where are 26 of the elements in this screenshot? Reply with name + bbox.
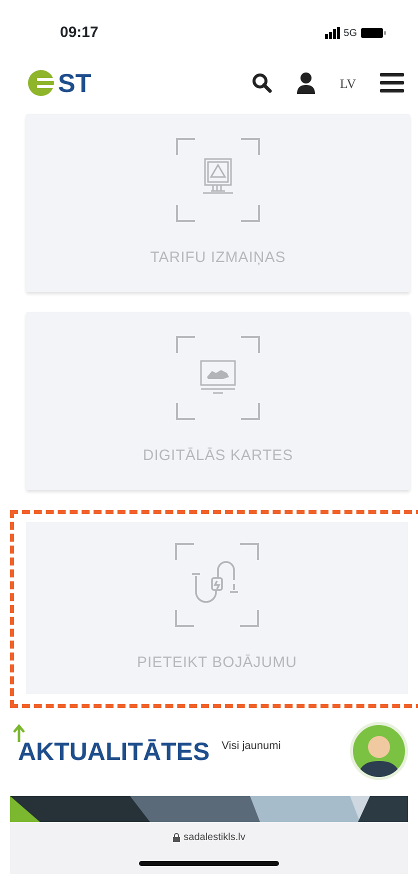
monitor-icon [175,136,261,223]
service-tile[interactable]: DIGITĀLĀS KARTES [26,312,410,490]
search-icon [252,73,272,93]
all-news-link[interactable]: Visi jaunumi [222,738,281,754]
lock-icon [172,833,180,842]
service-tile[interactable]: TARIFU IZMAIŅAS [26,114,410,292]
logo-text: ST [58,66,92,100]
tile-label: TARIFU IZMAIŅAS [150,248,286,268]
url-text: sadalestikls.lv [184,831,246,845]
cable-icon [174,542,260,628]
signal-icon [324,27,340,39]
network-label: 5G [344,26,357,40]
tile-label: DIGITĀLĀS KARTES [142,446,294,466]
logo-icon [28,70,54,96]
tile-label: PIETEIKT BOJĀJUMU [137,652,297,673]
status-time: 09:17 [60,22,98,43]
account-button[interactable] [296,72,316,94]
language-button[interactable]: LV [340,76,356,90]
person-icon [296,72,316,94]
battery-icon [361,28,386,38]
service-tile[interactable]: PIETEIKT BOJĀJUMU [10,510,418,708]
menu-button[interactable] [380,73,404,93]
map-monitor-icon [175,334,261,421]
search-button[interactable] [252,73,272,93]
menu-icon [380,73,404,93]
news-heading: AKTUALITĀTES [18,737,210,768]
